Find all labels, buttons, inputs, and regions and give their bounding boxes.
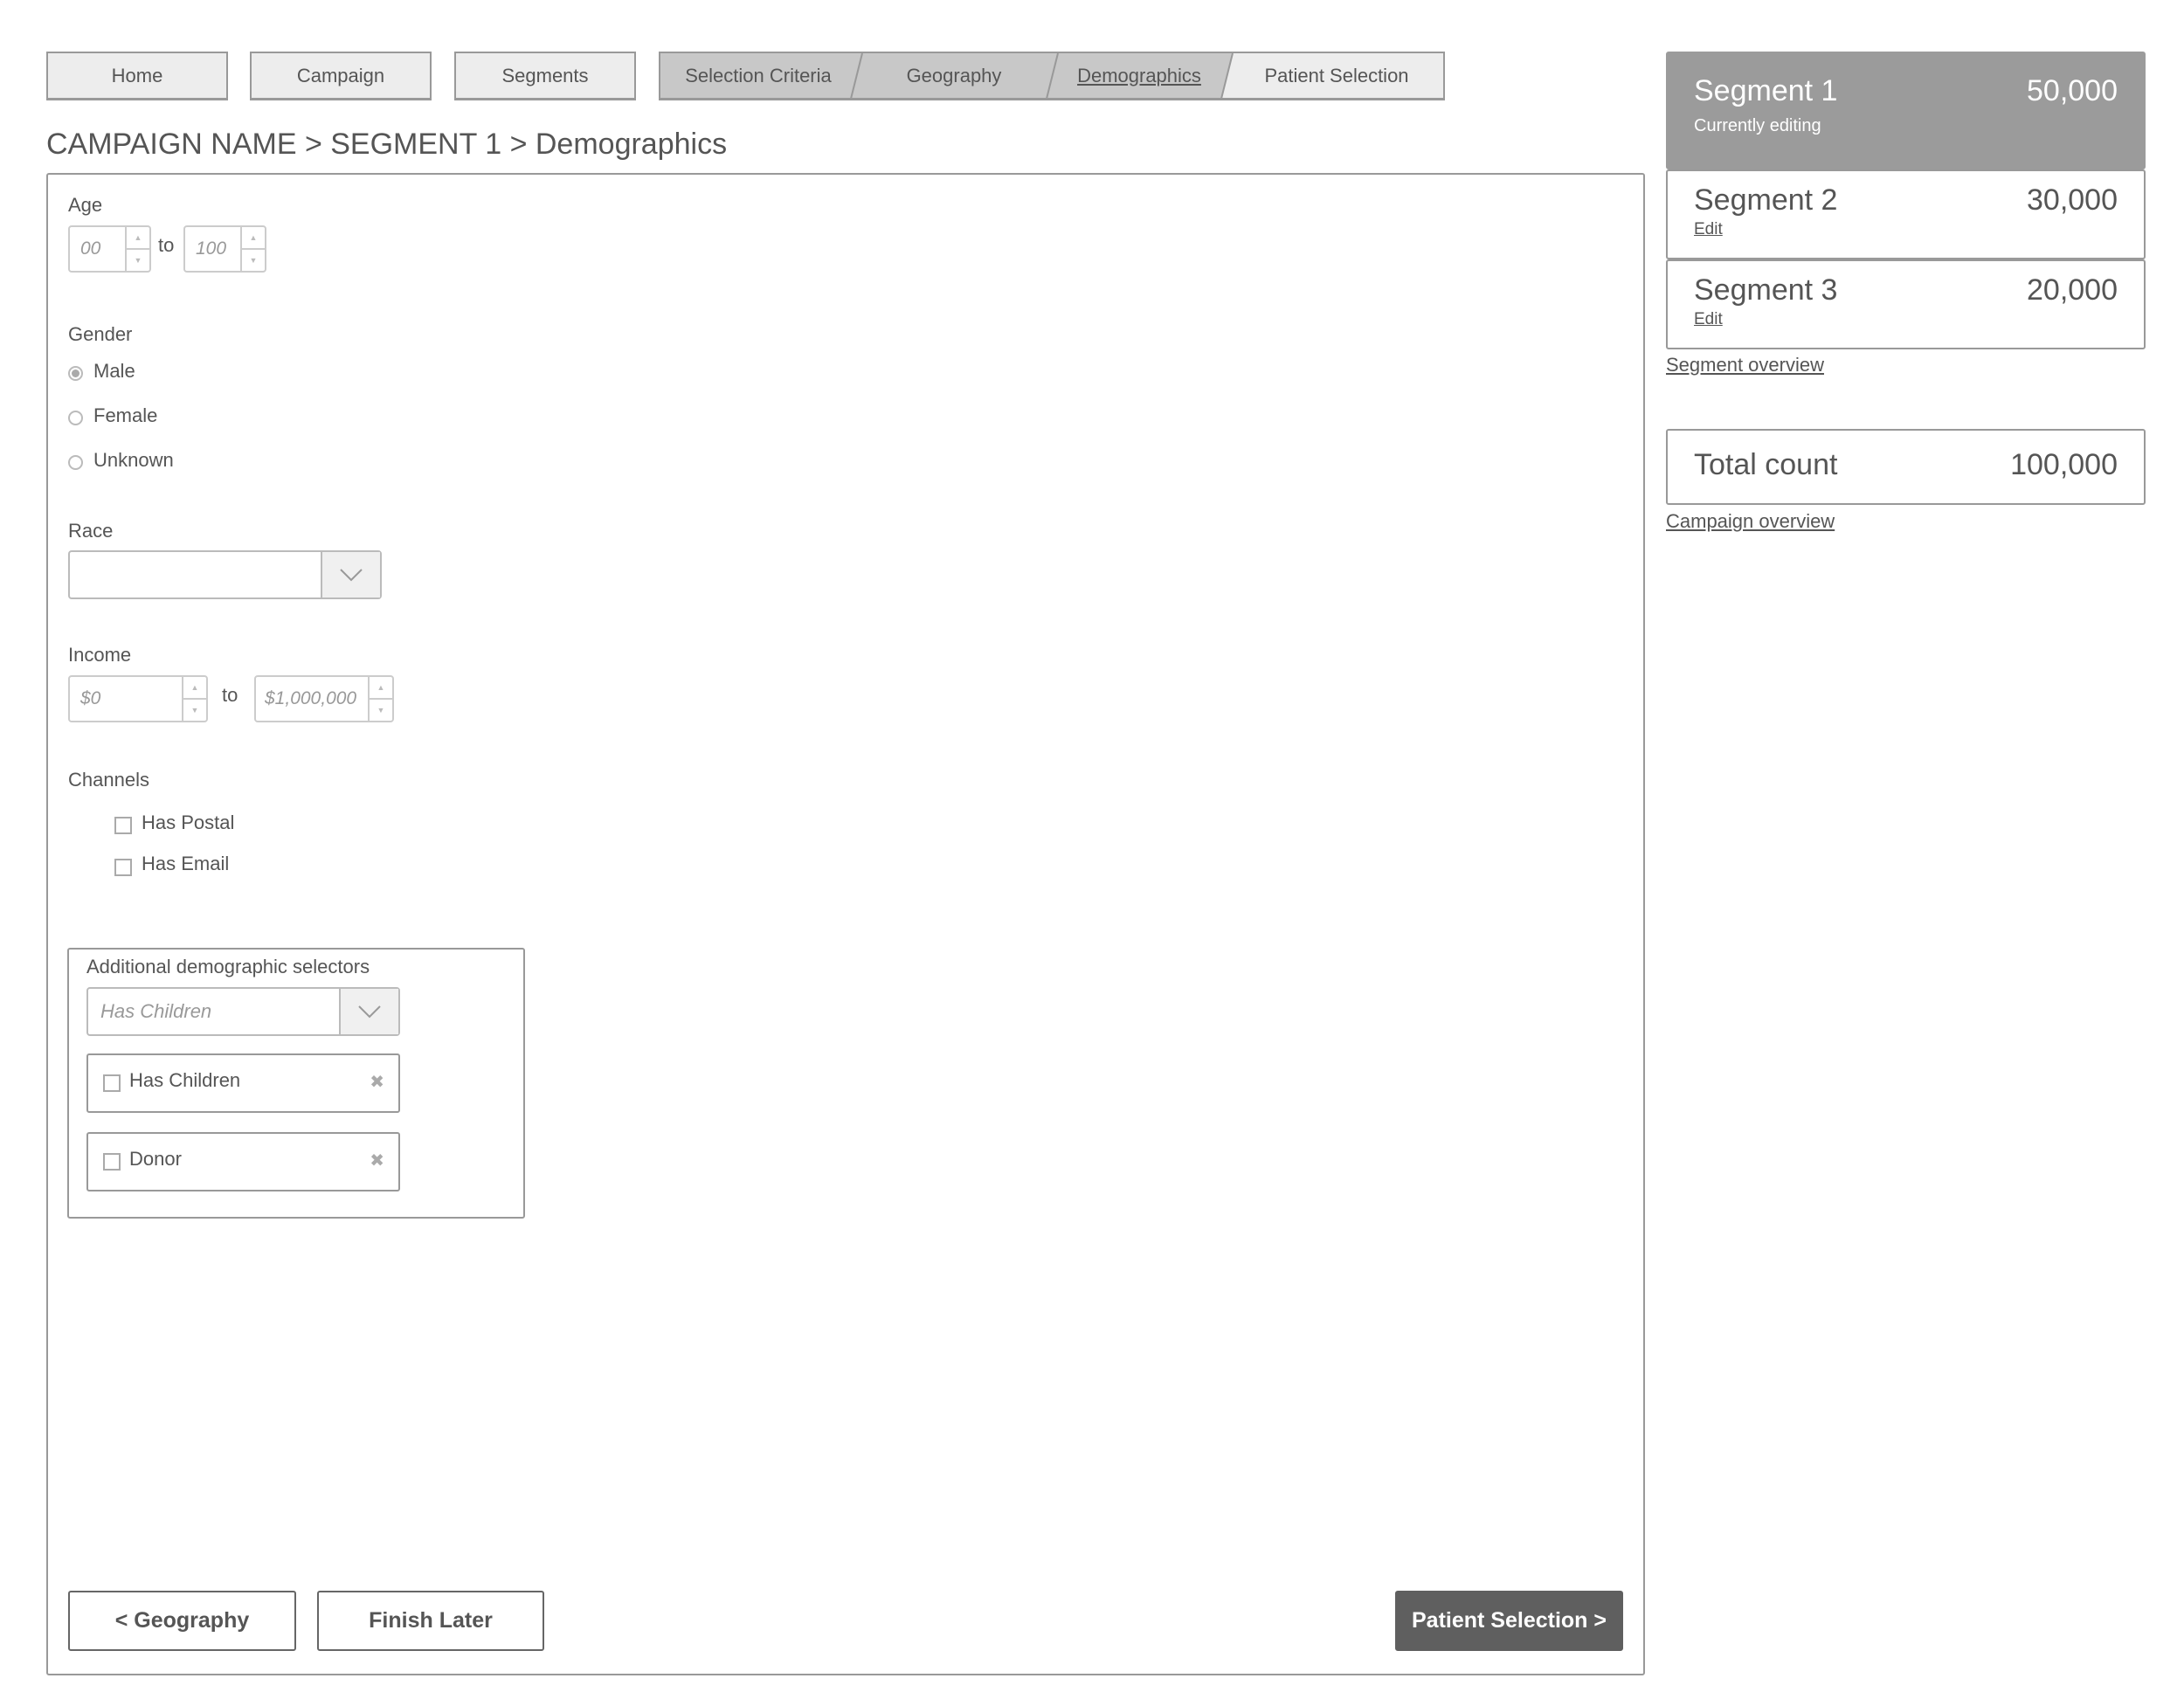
- race-select[interactable]: [68, 550, 382, 599]
- additional-selector-value: Has Children: [100, 1000, 212, 1022]
- age-from-input[interactable]: 00 ▲ ▼: [68, 225, 151, 273]
- donor-label: Donor: [129, 1148, 182, 1170]
- age-to-label: to: [158, 234, 175, 256]
- step-demographics[interactable]: Demographics: [1052, 53, 1227, 98]
- segment-card-1[interactable]: Segment 1 50,000 Currently editing: [1666, 52, 2146, 169]
- segment-name: Segment 2: [1694, 183, 1838, 217]
- income-from-value: $0: [80, 688, 101, 708]
- selector-item-has-children: Has Children ✖: [86, 1053, 400, 1113]
- gender-male-label: Male: [93, 360, 135, 382]
- remove-icon[interactable]: ✖: [370, 1150, 384, 1171]
- increment-icon[interactable]: ▲: [370, 677, 392, 700]
- income-label: Income: [68, 644, 132, 666]
- income-to-value: $1,000,000: [265, 688, 357, 708]
- income-to-label: to: [222, 684, 238, 706]
- patient-selection-button[interactable]: Patient Selection >: [1395, 1591, 1623, 1651]
- progress-stepper: Selection Criteria Geography Demographic…: [659, 52, 1445, 100]
- income-from-input[interactable]: $0 ▲ ▼: [68, 675, 208, 722]
- income-to-input[interactable]: $1,000,000 ▲ ▼: [254, 675, 394, 722]
- segment-overview-link[interactable]: Segment overview: [1666, 354, 1824, 376]
- total-count-value: 100,000: [2010, 448, 2118, 481]
- step-geography[interactable]: Geography: [856, 53, 1052, 98]
- step-patient-selection[interactable]: Patient Selection: [1227, 53, 1443, 98]
- increment-icon[interactable]: ▲: [242, 227, 265, 250]
- age-to-input[interactable]: 100 ▲ ▼: [183, 225, 266, 273]
- finish-later-button[interactable]: Finish Later: [317, 1591, 544, 1651]
- channels-label: Channels: [68, 769, 149, 791]
- gender-female-label: Female: [93, 404, 158, 426]
- campaign-overview-link[interactable]: Campaign overview: [1666, 510, 1835, 533]
- segment-edit-link[interactable]: Edit: [1694, 220, 1723, 239]
- segment-status: Currently editing: [1694, 116, 1821, 135]
- segment-name: Segment 3: [1694, 273, 1838, 307]
- has-postal-label: Has Postal: [142, 812, 235, 833]
- gender-unknown-label: Unknown: [93, 449, 174, 471]
- age-label: Age: [68, 194, 103, 216]
- age-from-value: 00: [80, 238, 101, 259]
- race-value: [70, 552, 321, 597]
- chevron-down-icon: [340, 569, 363, 582]
- race-label: Race: [68, 520, 114, 542]
- total-count-label: Total count: [1694, 448, 1838, 481]
- back-geography-button[interactable]: < Geography: [68, 1591, 296, 1651]
- segment-count: 30,000: [2027, 183, 2118, 217]
- additional-selectors-title: Additional demographic selectors: [86, 956, 370, 977]
- increment-icon[interactable]: ▲: [183, 677, 206, 700]
- segment-card-3: Segment 3 20,000 Edit: [1666, 259, 2146, 349]
- decrement-icon[interactable]: ▼: [370, 700, 392, 721]
- has-email-label: Has Email: [142, 853, 230, 874]
- nav-campaign[interactable]: Campaign: [250, 52, 432, 100]
- nav-segments[interactable]: Segments: [454, 52, 636, 100]
- gender-female-radio[interactable]: [68, 411, 83, 425]
- segment-name: Segment 1: [1694, 74, 1838, 107]
- demographics-panel: [46, 173, 1645, 1675]
- decrement-icon[interactable]: ▼: [242, 250, 265, 271]
- donor-checkbox[interactable]: [103, 1153, 121, 1171]
- chevron-down-icon: [358, 1005, 381, 1019]
- selector-item-donor: Donor ✖: [86, 1132, 400, 1191]
- breadcrumb: CAMPAIGN NAME > SEGMENT 1 > Demographics: [46, 128, 728, 161]
- remove-icon[interactable]: ✖: [370, 1071, 384, 1093]
- decrement-icon[interactable]: ▼: [183, 700, 206, 721]
- additional-selector-select[interactable]: Has Children: [86, 987, 400, 1036]
- age-to-value: 100: [196, 238, 227, 259]
- step-selection-criteria[interactable]: Selection Criteria: [660, 53, 856, 98]
- total-count-card: Total count 100,000: [1666, 429, 2146, 505]
- increment-icon[interactable]: ▲: [127, 227, 149, 250]
- segment-count: 20,000: [2027, 273, 2118, 307]
- segment-count: 50,000: [2027, 74, 2118, 107]
- nav-home[interactable]: Home: [46, 52, 228, 100]
- segment-card-2: Segment 2 30,000 Edit: [1666, 169, 2146, 259]
- gender-male-radio[interactable]: [68, 366, 83, 381]
- has-postal-checkbox[interactable]: [114, 817, 132, 834]
- gender-unknown-radio[interactable]: [68, 455, 83, 470]
- decrement-icon[interactable]: ▼: [127, 250, 149, 271]
- has-children-label: Has Children: [129, 1069, 241, 1091]
- has-email-checkbox[interactable]: [114, 859, 132, 876]
- has-children-checkbox[interactable]: [103, 1074, 121, 1092]
- segment-edit-link[interactable]: Edit: [1694, 310, 1723, 329]
- gender-label: Gender: [68, 323, 133, 345]
